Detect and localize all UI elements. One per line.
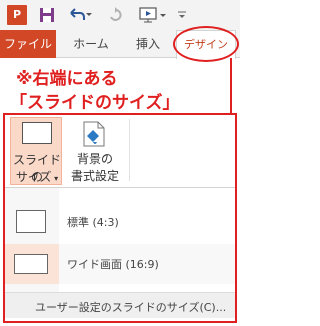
tab-insert[interactable]: 挿入 — [127, 30, 169, 58]
design-tab-highlight-ellipse — [173, 26, 239, 62]
annotation-line-1: ※右端にある — [16, 69, 118, 89]
annotation-highlight-box — [3, 113, 237, 323]
save-icon[interactable] — [37, 4, 57, 26]
powerpoint-logo-icon: P — [5, 4, 29, 26]
tab-home[interactable]: ホーム — [66, 30, 116, 58]
app-icon-letter: P — [7, 5, 27, 25]
tab-file[interactable]: ファイル — [0, 30, 56, 58]
undo-icon[interactable] — [66, 4, 96, 26]
annotation-connector-line — [230, 58, 232, 114]
customize-toolbar-icon[interactable] — [175, 4, 189, 26]
annotation-line-2: 「スライドのサイズ」 — [10, 93, 180, 113]
present-from-start-icon[interactable] — [136, 4, 170, 26]
redo-icon[interactable] — [105, 4, 125, 26]
